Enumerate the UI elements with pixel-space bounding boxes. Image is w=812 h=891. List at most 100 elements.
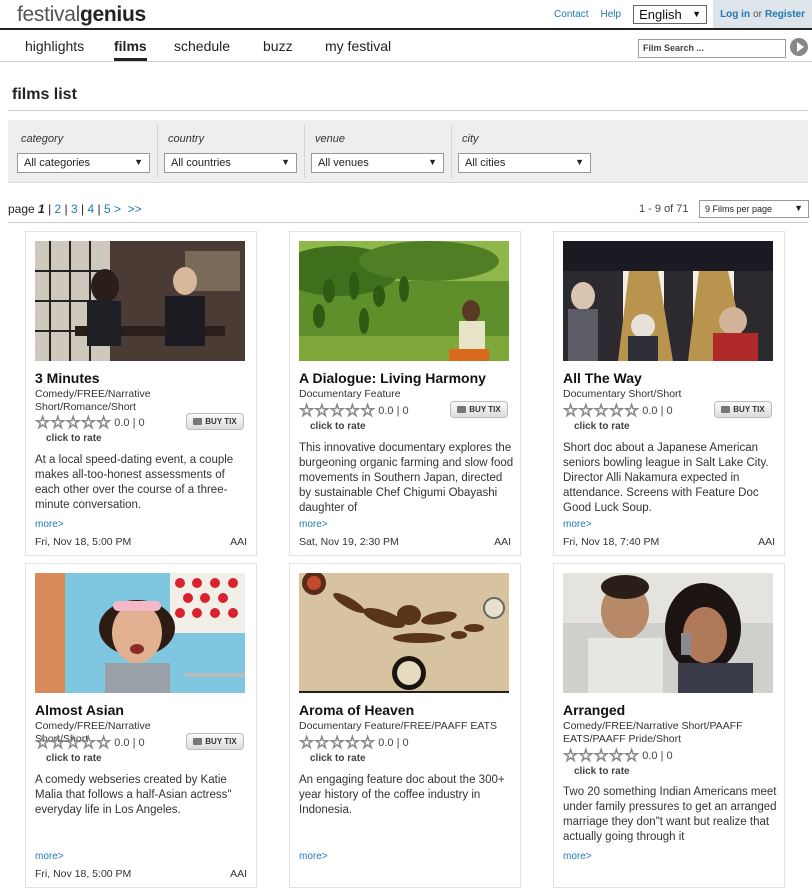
star-icon[interactable]: ☆ [50, 734, 66, 752]
click-to-rate-label: click to rate [46, 753, 102, 764]
film-title[interactable]: Aroma of Heaven [299, 702, 414, 718]
screening-datetime: Sat, Nov 19, 2:30 PM [299, 536, 399, 548]
star-icon[interactable]: ☆ [359, 402, 375, 420]
divider [8, 222, 808, 223]
star-icon[interactable]: ☆ [329, 402, 345, 420]
buy-tix-button[interactable]: BUY TIX [186, 733, 244, 750]
film-thumbnail[interactable] [299, 241, 509, 361]
country-select[interactable]: All countries ▼ [164, 153, 297, 173]
star-rating[interactable]: ☆ ☆ ☆ ☆ ☆ 0.0 | 0 [298, 402, 408, 420]
ticket-icon [457, 406, 467, 413]
star-icon[interactable]: ☆ [623, 402, 639, 420]
more-link[interactable]: more> [563, 851, 592, 862]
star-icon[interactable]: ☆ [562, 402, 578, 420]
film-thumbnail[interactable] [563, 241, 773, 361]
star-icon[interactable]: ☆ [578, 402, 594, 420]
star-icon[interactable]: ☆ [80, 414, 96, 432]
buy-tix-button[interactable]: BUY TIX [186, 413, 244, 430]
category-select[interactable]: All categories ▼ [17, 153, 150, 173]
star-icon[interactable]: ☆ [65, 414, 81, 432]
star-icon[interactable]: ☆ [329, 734, 345, 752]
film-thumbnail[interactable] [299, 573, 509, 693]
star-rating[interactable]: ☆ ☆ ☆ ☆ ☆ 0.0 | 0 [298, 734, 408, 752]
film-genres: Documentary Feature/FREE/PAAFF EATS [299, 720, 498, 732]
star-icon[interactable]: ☆ [593, 402, 609, 420]
contact-link[interactable]: Contact [554, 9, 588, 20]
page-link-2[interactable]: 2 [55, 202, 62, 216]
film-thumbnail[interactable] [563, 573, 773, 693]
nav-buzz[interactable]: buzz [263, 38, 293, 54]
film-card: Arranged Comedy/FREE/Narrative Short/PAA… [553, 563, 785, 888]
festivalgenius-logo[interactable]: festivalgenius [17, 3, 146, 27]
star-icon[interactable]: ☆ [608, 747, 624, 765]
rating-value: 0.0 | 0 [642, 749, 673, 762]
page-link-4[interactable]: 4 [88, 202, 95, 216]
star-icon[interactable]: ☆ [34, 414, 50, 432]
film-search-input[interactable]: Film Search ... [638, 39, 786, 58]
nav-films[interactable]: films [114, 38, 147, 61]
star-icon[interactable]: ☆ [359, 734, 375, 752]
results-count: 1 - 9 of 71 [639, 203, 689, 215]
buy-tix-button[interactable]: BUY TIX [714, 401, 772, 418]
film-description: Short doc about a Japanese American seni… [563, 442, 769, 514]
film-genres: Documentary Feature [299, 388, 401, 400]
star-icon[interactable]: ☆ [298, 402, 314, 420]
more-link[interactable]: more> [35, 851, 64, 862]
star-rating[interactable]: ☆ ☆ ☆ ☆ ☆ 0.0 | 0 [562, 747, 673, 765]
star-icon[interactable]: ☆ [314, 402, 330, 420]
nav-my-festival[interactable]: my festival [325, 38, 391, 54]
film-title[interactable]: 3 Minutes [35, 370, 100, 386]
nav-schedule[interactable]: schedule [174, 38, 230, 54]
page-link-3[interactable]: 3 [71, 202, 78, 216]
screening-datetime: Fri, Nov 18, 5:00 PM [35, 536, 132, 548]
film-title[interactable]: All The Way [563, 370, 642, 386]
page-link-5-next[interactable]: 5 > [104, 202, 121, 216]
film-thumbnail[interactable] [35, 573, 245, 693]
click-to-rate-label: click to rate [310, 753, 366, 764]
film-thumbnail[interactable] [35, 241, 245, 361]
star-icon[interactable]: ☆ [578, 747, 594, 765]
register-link[interactable]: Register [765, 9, 805, 20]
film-title[interactable]: Almost Asian [35, 702, 124, 718]
rating-value: 0.0 | 0 [114, 736, 145, 749]
more-link[interactable]: more> [299, 519, 328, 530]
star-icon[interactable]: ☆ [298, 734, 314, 752]
nav-highlights[interactable]: highlights [25, 38, 84, 54]
ticket-icon [721, 406, 731, 413]
star-icon[interactable]: ☆ [608, 402, 624, 420]
star-icon[interactable]: ☆ [344, 402, 360, 420]
star-icon[interactable]: ☆ [95, 414, 111, 432]
search-go-button[interactable] [790, 38, 808, 56]
city-select[interactable]: All cities ▼ [458, 153, 591, 173]
star-icon[interactable]: ☆ [562, 747, 578, 765]
star-icon[interactable]: ☆ [34, 734, 50, 752]
login-link[interactable]: Log in [720, 9, 750, 20]
star-icon[interactable]: ☆ [623, 747, 639, 765]
buy-tix-button[interactable]: BUY TIX [450, 401, 508, 418]
top-bar: festivalgenius Contact Help English ▼ Lo… [0, 0, 812, 30]
star-icon[interactable]: ☆ [80, 734, 96, 752]
per-page-select[interactable]: 9 Films per page ▼ [699, 200, 809, 218]
star-rating[interactable]: ☆ ☆ ☆ ☆ ☆ 0.0 | 0 [34, 414, 144, 432]
more-link[interactable]: more> [563, 519, 592, 530]
more-link[interactable]: more> [299, 851, 328, 862]
more-link[interactable]: more> [35, 519, 64, 530]
help-link[interactable]: Help [601, 9, 622, 20]
ticket-icon [193, 738, 203, 745]
star-icon[interactable]: ☆ [314, 734, 330, 752]
star-icon[interactable]: ☆ [593, 747, 609, 765]
star-icon[interactable]: ☆ [344, 734, 360, 752]
film-title[interactable]: Arranged [563, 702, 625, 718]
film-description: This innovative documentary explores the… [299, 442, 514, 514]
star-icon[interactable]: ☆ [65, 734, 81, 752]
star-icon[interactable]: ☆ [95, 734, 111, 752]
language-select[interactable]: English ▼ [633, 4, 708, 24]
last-page-link[interactable]: >> [128, 202, 142, 216]
film-genres: Comedy/FREE/Narrative Short/PAAFF EATS/P… [563, 720, 743, 745]
screening-venue: AAI [494, 536, 511, 548]
venue-select[interactable]: All venues ▼ [311, 153, 444, 173]
film-title[interactable]: A Dialogue: Living Harmony [299, 370, 486, 386]
star-rating[interactable]: ☆ ☆ ☆ ☆ ☆ 0.0 | 0 [562, 402, 672, 420]
star-icon[interactable]: ☆ [50, 414, 66, 432]
star-rating[interactable]: ☆ ☆ ☆ ☆ ☆ 0.0 | 0 [34, 734, 145, 752]
